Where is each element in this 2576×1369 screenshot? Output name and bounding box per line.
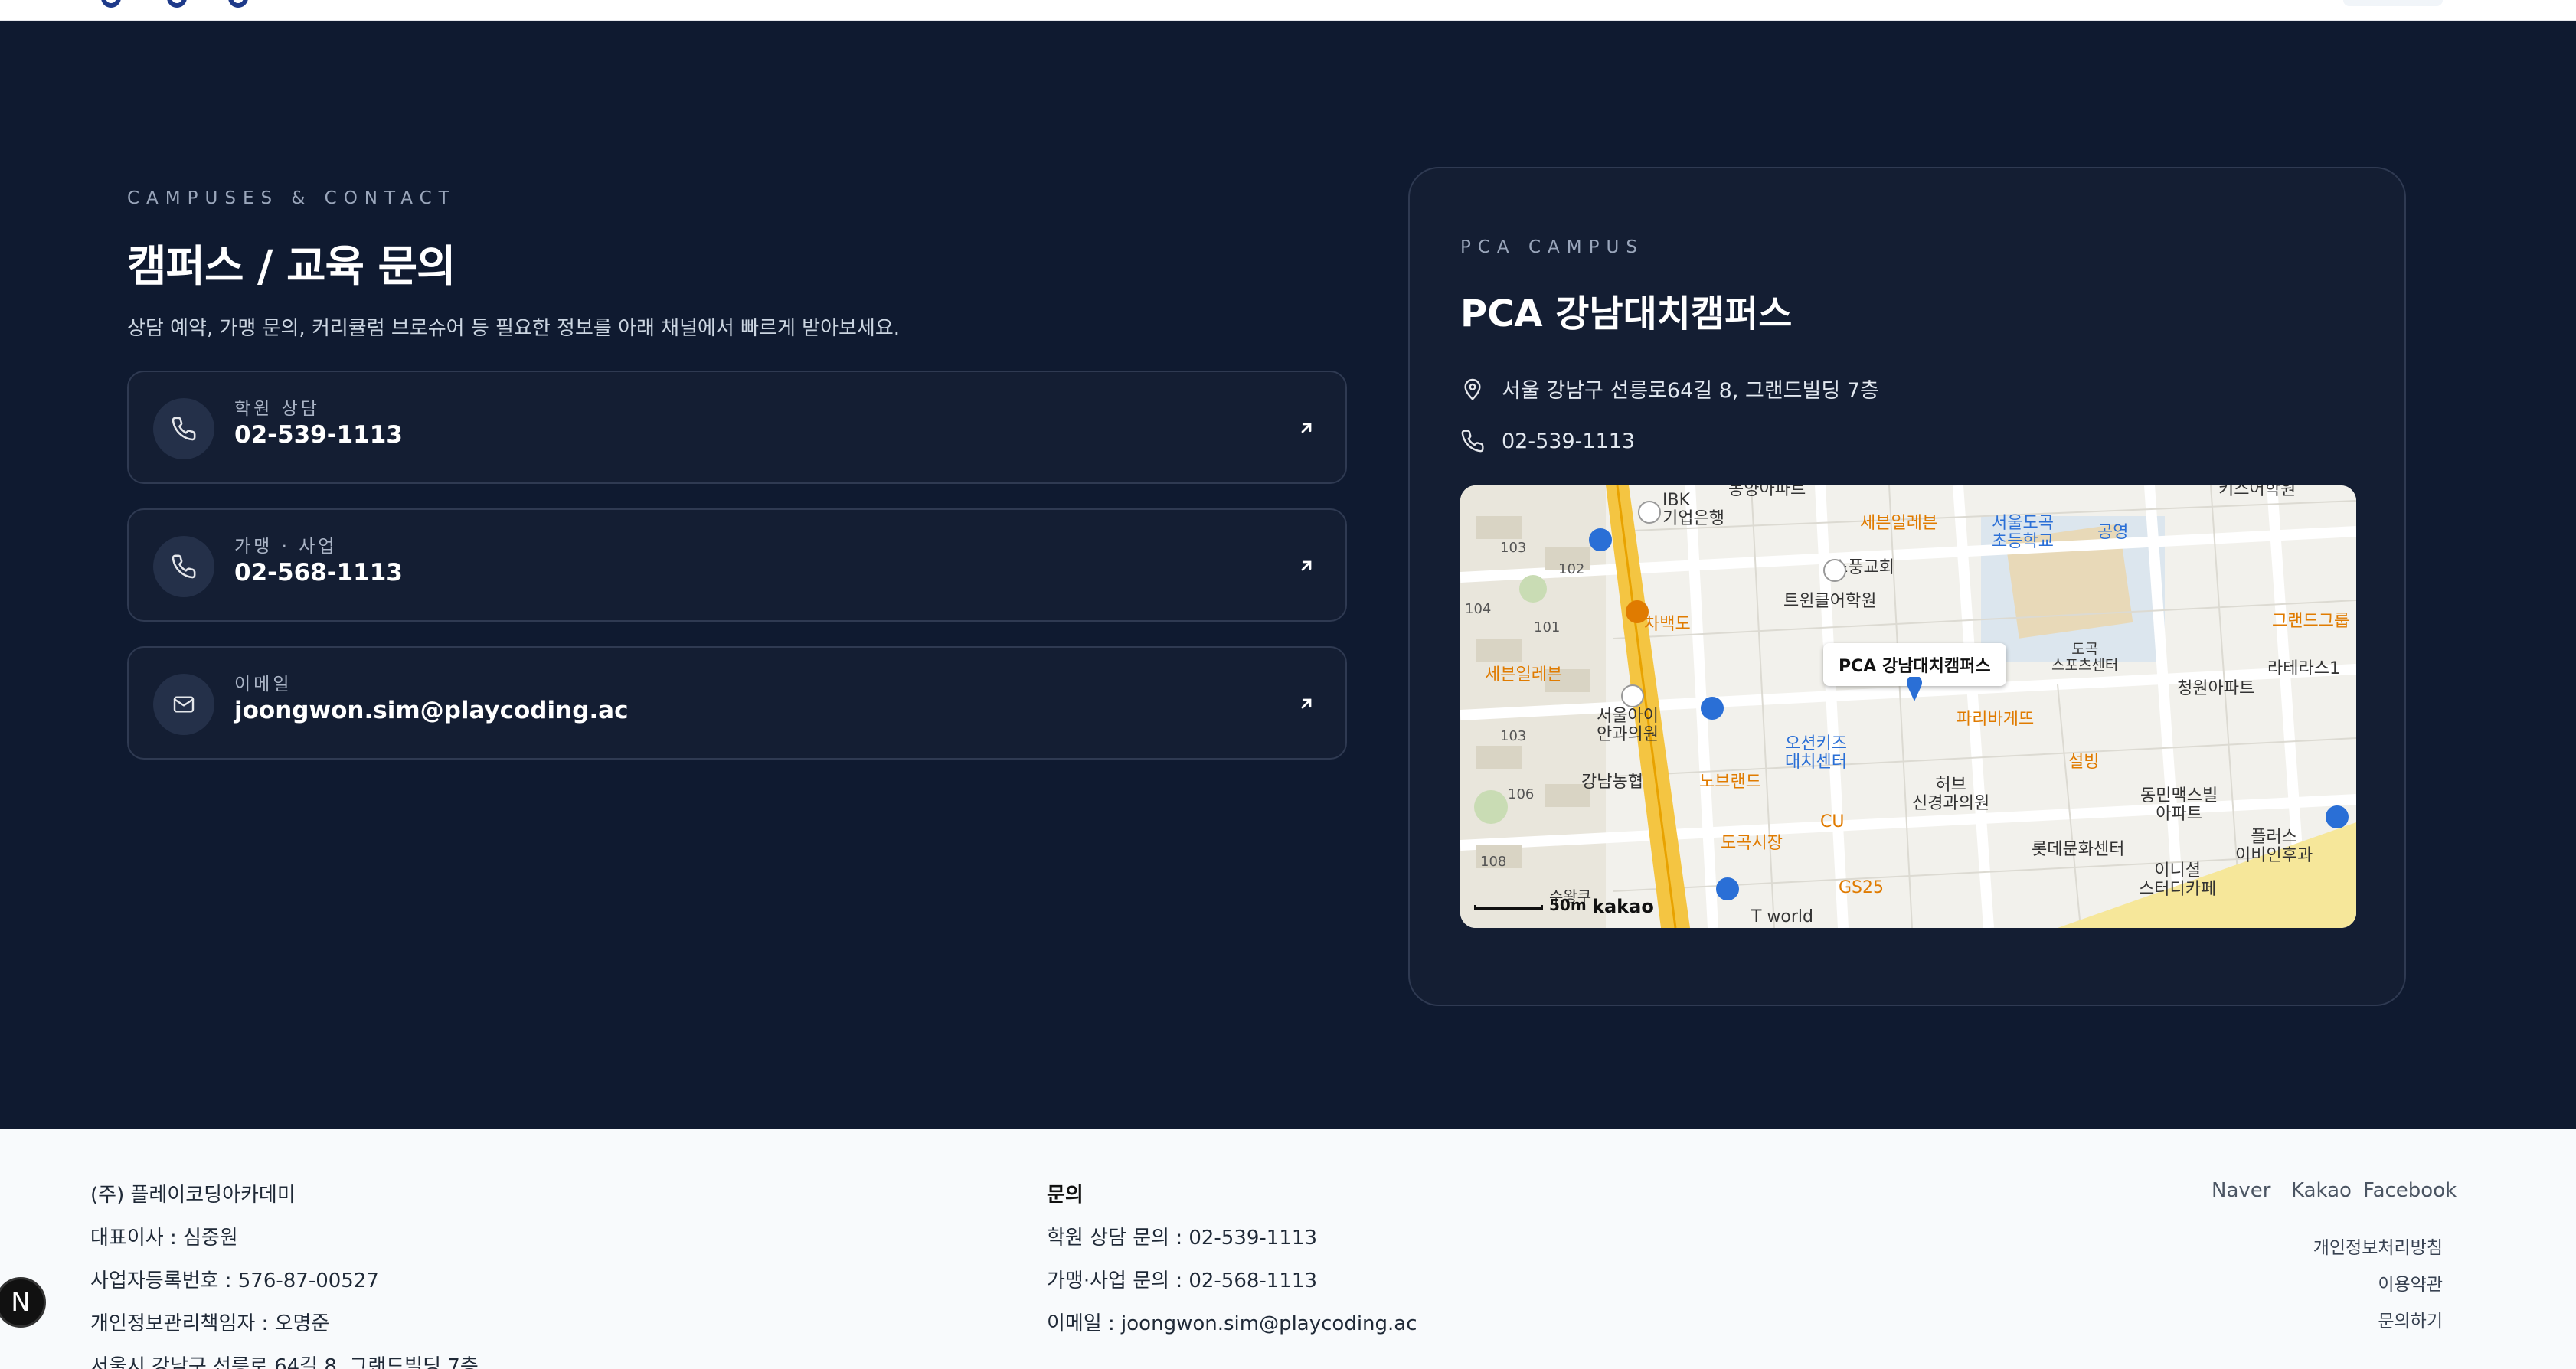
map-label-poi: 그랜드그룹 [2272,612,2350,631]
map-pin-icon [1464,378,1481,400]
footer-link-naver[interactable]: Naver [2212,1179,2270,1202]
contact-value: 02-539-1113 [234,421,403,449]
map-label-poi: 동민맥스빌 아파트 [2140,786,2218,825]
map-label-poi: 트윈클어학원 [1783,592,1877,611]
map-scale-label: 50m [1549,896,1587,914]
map-label-poi: 도곡 스포츠센터 [2051,641,2119,674]
map-label-poi: 허브 신경과의원 [1912,776,1990,814]
bank-icon [1638,501,1661,524]
map-label-building: 103 [1500,728,1527,744]
church-icon [1823,559,1846,582]
campus-phone: 02-539-1113 [1502,429,1636,453]
map-marker-icon [1907,677,1922,701]
footer-company: (주) 플레이코딩아카데미 [90,1184,296,1207]
footer-inquiry-email: 이메일 : joongwon.sim@playcoding.ac [1047,1312,1417,1335]
footer-inquiry-franchise: 가맹·사업 문의 : 02-568-1113 [1047,1269,1317,1292]
map-label-poi: 강남농협 [1581,773,1643,792]
contact-label: 학원 상담 [234,399,320,419]
footer-address: 서울시 강남구 선릉로 64길 8, 그랜드빌딩 7층 [90,1355,479,1369]
map-label-poi: 키스어학원 [2218,485,2296,499]
phone-icon [1461,430,1484,453]
contact-card-academy[interactable]: 학원 상담 02-539-1113 [127,371,1347,484]
campus-address-row: 서울 강남구 선릉로64길 8, 그랜드빌딩 7층 [1460,374,1879,404]
contact-value: 02-568-1113 [234,559,403,586]
campus-eyebrow: PCA CAMPUS [1460,237,1644,257]
map-scale-bar [1474,905,1543,910]
section-description: 상담 예약, 가맹 문의, 커리큘럼 브로슈어 등 필요한 정보를 아래 채널에… [127,317,901,340]
bus-stop-icon [2326,805,2349,828]
cafe-icon [1626,600,1649,623]
map-background [1460,485,2356,928]
mail-icon [153,674,214,735]
contact-card-franchise[interactable]: 가맹 · 사업 02-568-1113 [127,508,1347,622]
campus-card: PCA CAMPUS PCA 강남대치캠퍼스 서울 강남구 선릉로64길 8, … [1408,167,2406,1006]
bus-stop-icon [1701,697,1724,720]
contact-value: joongwon.sim@playcoding.ac [234,697,629,724]
map-label-poi: IBK 기업은행 [1662,491,1724,529]
map-label-building: 102 [1558,561,1585,577]
campus-phone-row: 02-539-1113 [1460,429,1635,453]
footer-privacy-officer: 개인정보관리책임자 : 오명준 [90,1312,330,1335]
campus-map[interactable]: 103 102 104 101 103 106 108 IBK 기업은행 동양아… [1460,485,2356,928]
footer-link-terms[interactable]: 이용약관 [2378,1269,2443,1295]
map-label-poi: 동양아파트 [1728,485,1806,499]
map-label-poi: 플러스 이비인후과 [2235,828,2313,866]
map-label-poi: 서울도곡 초등학교 [1992,514,2054,552]
map-label-poi: 라테라스1 [2267,659,2340,678]
map-label-poi: CU [1820,812,1845,832]
footer-link-contact[interactable]: 문의하기 [2378,1306,2443,1332]
map-label-poi: 청원아파트 [2177,679,2255,698]
top-navigation-bar [0,0,2576,21]
map-label-building: 104 [1465,601,1492,617]
map-label-poi: 노브랜드 [1699,773,1761,792]
campus-title: PCA 강남대치캠퍼스 [1460,292,1793,335]
bus-stop-icon [1589,528,1612,551]
map-label-building: 106 [1508,786,1535,802]
map-label-building: 101 [1534,619,1561,635]
map-label-poi: GS25 [1839,878,1885,897]
footer-link-kakao[interactable]: Kakao [2291,1179,2352,1202]
footer-inquiry-academy: 학원 상담 문의 : 02-539-1113 [1047,1227,1317,1250]
map-label-poi: T world [1751,907,1814,926]
map-label-poi: 롯데문화센터 [2032,840,2125,859]
site-footer: (주) 플레이코딩아카데미 대표이사 : 심중원 사업자등록번호 : 576-8… [0,1129,2576,1369]
map-label-building: 103 [1500,540,1527,556]
section-title: 캠퍼스 / 교육 문의 [127,242,456,292]
map-label-poi: 오션키즈 대치센터 [1785,734,1847,773]
footer-business-number: 사업자등록번호 : 576-87-00527 [90,1269,379,1292]
phone-icon [153,398,214,459]
hospital-icon [1621,684,1644,707]
footer-link-facebook[interactable]: Facebook [2363,1179,2457,1202]
footer-link-privacy-policy[interactable]: 개인정보처리방침 [2313,1233,2443,1259]
footer-ceo: 대표이사 : 심중원 [90,1227,238,1250]
campus-address: 서울 강남구 선릉로64길 8, 그랜드빌딩 7층 [1502,379,1879,403]
arrow-up-right-icon [1301,698,1312,709]
map-label-poi: 설빙 [2068,753,2100,772]
map-label-poi: 파리바게뜨 [1957,710,2035,729]
map-label-building: 108 [1480,854,1507,870]
bus-stop-icon [1716,877,1739,900]
map-label-poi: 세븐일레븐 [1485,665,1563,684]
map-label-poi: 차백도 [1644,615,1691,634]
map-label-poi: 이니셜 스터디카페 [2139,861,2217,900]
contact-label: 이메일 [234,675,293,694]
footer-inquiry-title: 문의 [1047,1184,1084,1207]
kakao-map-logo[interactable]: kakao [1592,896,1654,917]
map-label-poi: 공영 [2097,523,2129,542]
contact-label: 가맹 · 사업 [234,537,338,557]
section-eyebrow: CAMPUSES & CONTACT [127,188,456,208]
site-logo[interactable] [92,0,276,8]
map-label-poi: 서울아이 안과의원 [1597,707,1659,745]
campuses-contact-section: CAMPUSES & CONTACT 캠퍼스 / 교육 문의 상담 예약, 가맹… [0,21,2576,1129]
arrow-up-right-icon [1301,423,1312,433]
map-label-poi: 도곡시장 [1721,834,1783,853]
map-label-poi: 세븐일레븐 [1860,514,1938,533]
contact-card-email[interactable]: 이메일 joongwon.sim@playcoding.ac [127,646,1347,760]
nav-menu-button[interactable] [2343,0,2443,6]
arrow-up-right-icon [1301,560,1312,571]
phone-icon [153,536,214,597]
